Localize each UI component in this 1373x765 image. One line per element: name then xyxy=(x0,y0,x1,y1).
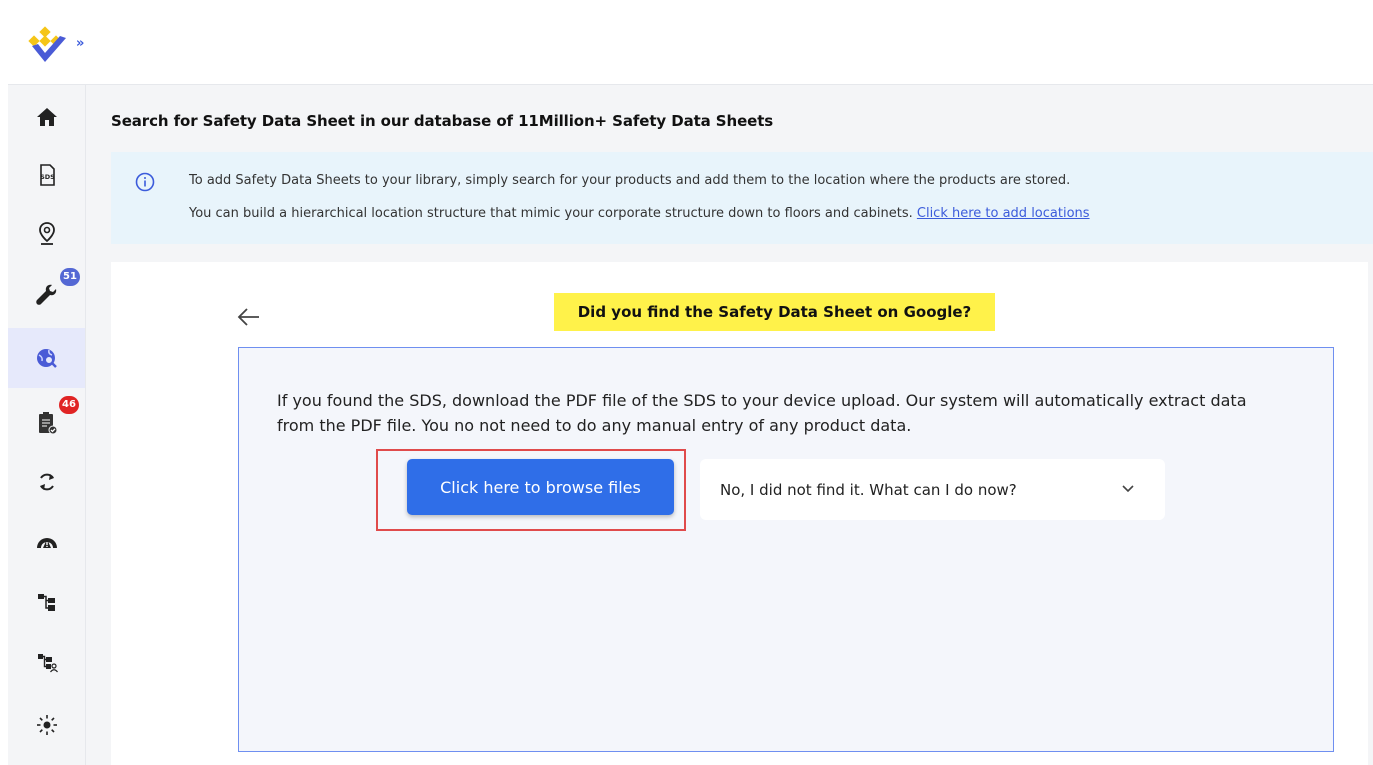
top-bar: » xyxy=(8,8,1373,85)
clipboard-check-icon xyxy=(38,412,57,435)
location-pin-icon xyxy=(38,222,55,245)
sidebar: SDS 51 46 xyxy=(8,85,86,765)
back-arrow-icon[interactable] xyxy=(236,306,262,328)
info-line-2-text: You can build a hierarchical location st… xyxy=(189,206,913,221)
info-icon xyxy=(135,172,155,192)
hierarchy-icon xyxy=(37,594,55,611)
sds-document-icon: SDS xyxy=(40,164,55,186)
google-question-heading: Did you find the Safety Data Sheet on Go… xyxy=(554,293,995,331)
sidebar-item-search[interactable] xyxy=(8,328,85,388)
warning-dome-icon xyxy=(36,538,57,548)
tools-badge: 51 xyxy=(60,268,80,286)
sidebar-item-alerts[interactable] xyxy=(8,512,85,572)
chevron-down-icon xyxy=(1122,485,1134,493)
sidebar-item-sds[interactable]: SDS xyxy=(8,145,85,205)
add-locations-link[interactable]: Click here to add locations xyxy=(917,206,1090,221)
sync-icon xyxy=(39,473,54,491)
info-line-2: You can build a hierarchical location st… xyxy=(189,206,1090,221)
wrench-icon xyxy=(35,284,56,305)
sidebar-item-locations[interactable] xyxy=(8,203,85,263)
home-icon xyxy=(36,108,57,126)
info-box: To add Safety Data Sheets to your librar… xyxy=(111,152,1373,244)
sidebar-item-tools[interactable]: 51 xyxy=(8,265,85,325)
sun-icon xyxy=(36,715,57,735)
sidebar-item-home[interactable] xyxy=(8,87,85,147)
sidebar-item-sync[interactable] xyxy=(8,452,85,512)
page-title: Search for Safety Data Sheet in our data… xyxy=(111,112,774,130)
expand-sidebar-icon[interactable]: » xyxy=(76,36,84,51)
globe-search-icon xyxy=(36,349,57,368)
browse-files-button[interactable]: Click here to browse files xyxy=(407,459,674,515)
sidebar-item-tasks[interactable]: 46 xyxy=(8,393,85,453)
svg-text:SDS: SDS xyxy=(40,173,55,181)
sidebar-item-sun[interactable] xyxy=(8,695,85,755)
upload-instructions: If you found the SDS, download the PDF f… xyxy=(277,391,1247,435)
sidebar-item-hierarchy-user[interactable] xyxy=(8,632,85,692)
app-logo-icon[interactable] xyxy=(26,26,70,66)
info-line-1: To add Safety Data Sheets to your librar… xyxy=(189,173,1071,188)
not-found-dropdown[interactable]: No, I did not find it. What can I do now… xyxy=(700,459,1165,520)
hierarchy-user-icon xyxy=(37,654,58,673)
sidebar-item-hierarchy[interactable] xyxy=(8,572,85,632)
tasks-badge: 46 xyxy=(59,396,79,414)
not-found-dropdown-label: No, I did not find it. What can I do now… xyxy=(720,480,1017,499)
